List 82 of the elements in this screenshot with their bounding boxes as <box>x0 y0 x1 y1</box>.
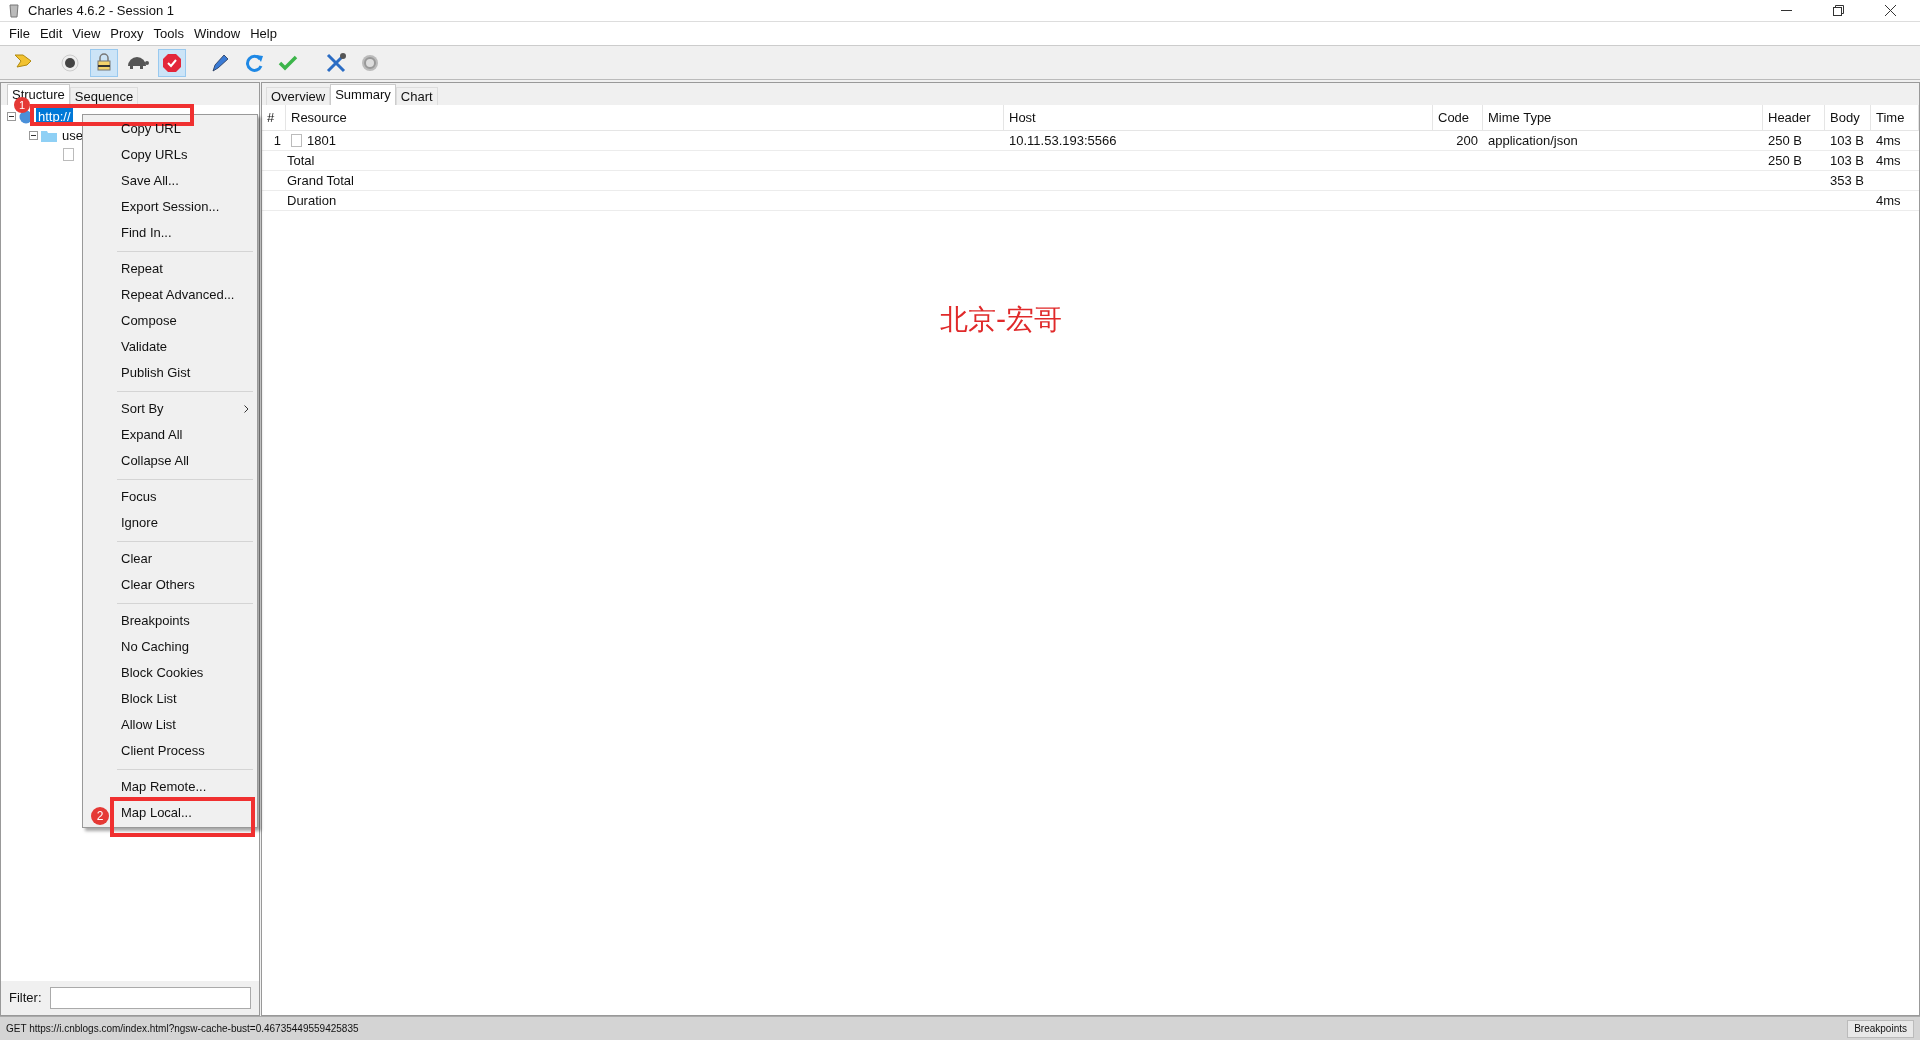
menu-item[interactable]: Breakpoints <box>121 611 190 631</box>
table-cell-text: 250 B <box>1768 151 1802 170</box>
column-header[interactable]: Header <box>1763 104 1825 131</box>
menu-item[interactable]: Export Session... <box>121 197 220 217</box>
table-cell-text: 103 B <box>1830 131 1864 150</box>
menu-item[interactable]: Window <box>188 23 246 44</box>
table-cell-text: Total <box>287 151 315 170</box>
menu-item[interactable]: Expand All <box>121 425 183 445</box>
menu-item[interactable]: Clear Others <box>121 575 195 595</box>
menu-item[interactable]: Copy URLs <box>121 145 188 165</box>
status-text: GET https://i.cnblogs.com/index.html?ngsw-cache-bust=0.46735449559425835 <box>6 1022 360 1036</box>
step-badge: 2 <box>91 807 109 825</box>
menu-item[interactable]: Tools <box>148 23 189 44</box>
table-cell-text: Duration <box>287 191 337 210</box>
menu-item[interactable]: Client Process <box>121 741 205 761</box>
table-cell-text: application/json <box>1488 131 1578 150</box>
table-cell-text: 1 <box>273 131 281 150</box>
menu-item[interactable]: File <box>4 23 35 44</box>
menu-item[interactable]: Compose <box>121 311 177 331</box>
filter-field[interactable] <box>49 987 251 1009</box>
menu-item[interactable]: Block List <box>121 689 177 709</box>
table-cell-text: 353 B <box>1830 171 1864 190</box>
tree-item[interactable]: use <box>60 125 85 146</box>
file-icon <box>291 134 302 147</box>
menu-item[interactable]: Focus <box>121 487 157 507</box>
tab[interactable]: Chart <box>395 87 438 105</box>
column-header[interactable]: Code <box>1433 104 1483 131</box>
menu-item[interactable]: Map Local... <box>121 803 192 823</box>
menu-item[interactable]: Block Cookies <box>121 663 204 683</box>
table-cell-text: Grand Total <box>287 171 354 190</box>
collapse-toggle[interactable] <box>7 112 16 121</box>
column-header[interactable]: Time <box>1871 104 1919 131</box>
restore-icon <box>1832 5 1844 16</box>
overlay-text: 北京-宏哥 <box>940 302 1063 338</box>
minimize-icon <box>1780 9 1792 12</box>
menu-item[interactable]: Ignore <box>121 513 158 533</box>
stop-icon <box>161 51 183 74</box>
column-header[interactable]: Resource <box>286 104 1004 131</box>
menu-item[interactable]: Proxy <box>105 23 149 44</box>
table-cell-text: 4ms <box>1876 151 1901 170</box>
table-cell-text: 200 <box>1456 131 1478 150</box>
table-cell-text: 10.11.53.193:5566 <box>1009 131 1117 150</box>
collapse-toggle[interactable] <box>29 131 38 140</box>
record-icon <box>59 51 81 74</box>
table-cell-text: 4ms <box>1876 131 1901 150</box>
window-title: Charles 4.6.2 - Session 1 <box>28 1 174 20</box>
menu-item[interactable]: Map Remote... <box>121 777 207 797</box>
tab[interactable]: Overview <box>266 87 331 105</box>
table-cell-text: 103 B <box>1830 151 1864 170</box>
column-header[interactable]: Host <box>1004 104 1433 131</box>
menu-item[interactable]: Repeat Advanced... <box>121 285 235 305</box>
table-cell-text: 250 B <box>1768 131 1802 150</box>
menu-item[interactable]: Validate <box>121 337 167 357</box>
app-icon <box>8 3 20 18</box>
menu-item[interactable]: No Caching <box>121 637 189 657</box>
toolbar-button[interactable] <box>90 48 118 77</box>
column-header[interactable]: # <box>262 104 286 131</box>
tab[interactable]: Summary <box>330 84 396 105</box>
menu-item[interactable]: Sort By <box>121 399 164 419</box>
table-cell-text: 4ms <box>1876 191 1901 210</box>
tab[interactable]: Sequence <box>69 87 139 105</box>
breakpoints-button[interactable]: Breakpoints <box>1847 1019 1914 1038</box>
menu-item[interactable]: Allow List <box>121 715 176 735</box>
menu-item[interactable]: Collapse All <box>121 451 189 471</box>
menu-item[interactable]: Clear <box>121 549 153 569</box>
menu-item[interactable]: Find In... <box>121 223 172 243</box>
turtle-icon <box>127 56 149 69</box>
folder-icon <box>41 129 57 142</box>
menu-item[interactable]: Copy URL <box>121 119 181 139</box>
menu-item[interactable]: Edit <box>34 23 68 44</box>
filter-label: Filter: <box>9 989 42 1008</box>
menu-item[interactable]: Repeat <box>121 259 163 279</box>
menu-item[interactable]: Publish Gist <box>121 363 191 383</box>
menu-item[interactable]: Save All... <box>121 171 179 191</box>
column-header[interactable]: Mime Type <box>1483 104 1763 131</box>
file-icon <box>63 148 74 161</box>
table-cell-text: 1801 <box>307 131 336 150</box>
column-header[interactable]: Body <box>1825 104 1871 131</box>
menu-item[interactable]: Help <box>245 23 282 44</box>
close-icon <box>1884 5 1896 16</box>
menu-item[interactable]: View <box>67 23 106 44</box>
tools-icon <box>325 51 347 74</box>
